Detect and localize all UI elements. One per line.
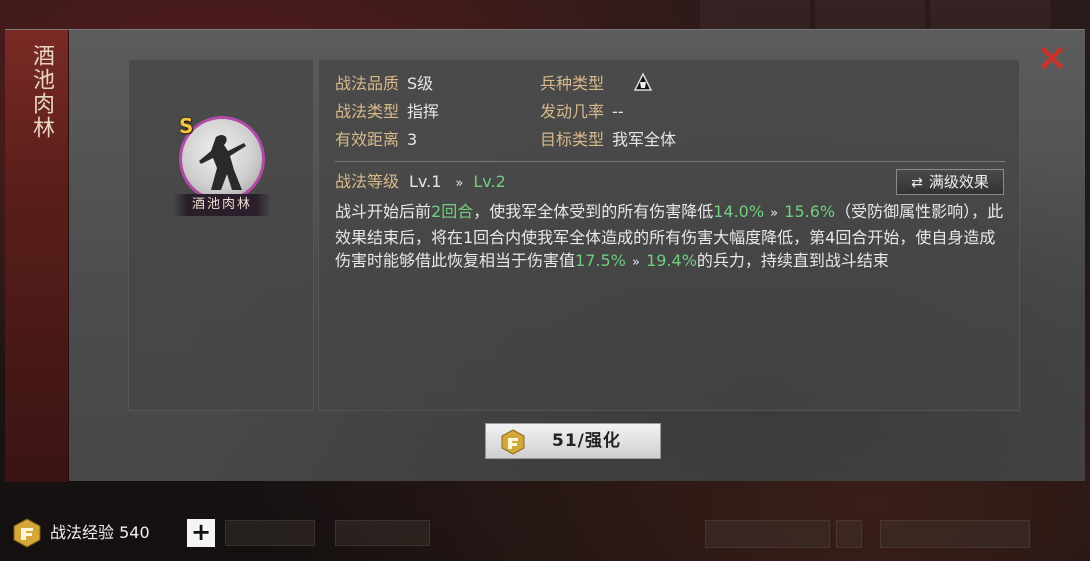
skill-level-row: 战法等级 Lv.1 » Lv.2	[335, 171, 506, 195]
description-text: 战斗开始后前	[335, 202, 432, 221]
highlight-value: 15.6%	[784, 202, 836, 221]
attr-troop-type: 兵种类型	[540, 73, 604, 95]
background-tab	[700, 0, 810, 30]
attr-value: 指挥	[407, 102, 440, 121]
enhance-label: 51/强化	[552, 431, 621, 451]
skill-avatar: S	[179, 114, 265, 202]
attr-key: 战法类型	[335, 102, 400, 121]
level-label: 战法等级	[335, 172, 400, 191]
attr-quality: 战法品质 S级	[335, 73, 433, 95]
attr-trigger-rate: 发动几率 --	[540, 101, 624, 123]
upgrade-arrow-icon: »	[766, 206, 783, 221]
swap-icon: ⇄	[911, 175, 923, 191]
attr-range: 有效距离 3	[335, 129, 417, 151]
skill-name-plate: 酒池肉林	[173, 194, 271, 216]
portrait-panel: S 酒池肉林	[128, 59, 314, 411]
background-control	[836, 520, 862, 548]
attr-value: S级	[407, 74, 434, 93]
max-level-effect-button[interactable]: ⇄ 满级效果	[896, 169, 1004, 195]
description-text: ，使我军全体受到的所有伤害降低	[473, 202, 714, 221]
skill-exp: 战法经验 540	[50, 523, 150, 542]
bottom-bar: 战法经验 540 +	[0, 508, 1090, 561]
background-control	[705, 520, 830, 548]
level-arrow-icon: »	[455, 176, 464, 191]
level-current: Lv.1	[409, 172, 442, 191]
enhance-icon	[501, 429, 525, 455]
attr-target: 目标类型 我军全体	[540, 129, 676, 151]
enhance-button[interactable]: 51/强化	[485, 423, 661, 459]
highlight-value: 2回合	[431, 202, 474, 221]
divider	[335, 161, 1005, 162]
troop-type-icon	[633, 72, 653, 91]
upgrade-arrow-icon: »	[627, 255, 645, 270]
background-control	[880, 520, 1030, 548]
title-banner: 酒池肉林	[5, 30, 69, 482]
background-control	[335, 520, 430, 546]
attr-key: 目标类型	[540, 130, 605, 149]
warrior-silhouette-icon	[199, 135, 246, 190]
background-tab	[930, 0, 1050, 30]
attr-key: 发动几率	[540, 102, 605, 121]
skill-description: 战斗开始后前2回合，使我军全体受到的所有伤害降低14.0% » 15.6%（受防…	[335, 200, 1007, 275]
highlight-value: 17.5%	[575, 251, 626, 270]
description-text: 的兵力，持续直到战斗结束	[696, 251, 889, 270]
attr-key: 有效距离	[335, 130, 400, 149]
skill-title: 酒池肉林	[29, 44, 54, 140]
attr-value: --	[612, 102, 624, 121]
level-next: Lv.2	[473, 172, 506, 191]
add-exp-button[interactable]: +	[187, 519, 215, 547]
attr-value: 3	[407, 130, 418, 149]
grade-badge: S	[179, 114, 194, 138]
attr-value: 我军全体	[612, 130, 677, 149]
skill-info-panel: 战法品质 S级 战法类型 指挥 有效距离 3 兵种类型 发动几率 -- 目标类型 我军全体…	[318, 59, 1020, 411]
max-level-label: 满级效果	[928, 173, 989, 191]
close-icon[interactable]: ×	[1035, 38, 1069, 76]
highlight-value: 14.0%	[713, 202, 765, 221]
attr-key: 兵种类型	[540, 74, 605, 93]
attr-type: 战法类型 指挥	[335, 101, 439, 123]
exp-icon	[13, 518, 41, 548]
highlight-value: 19.4%	[646, 251, 697, 270]
background-tab	[815, 0, 925, 30]
skill-detail-modal: 酒池肉林 × S 酒池肉林 战法品质 S级 战法类型 指挥 有效距离 3 兵种类型	[5, 29, 1085, 482]
attr-key: 战法品质	[335, 74, 400, 93]
background-control	[225, 520, 315, 546]
